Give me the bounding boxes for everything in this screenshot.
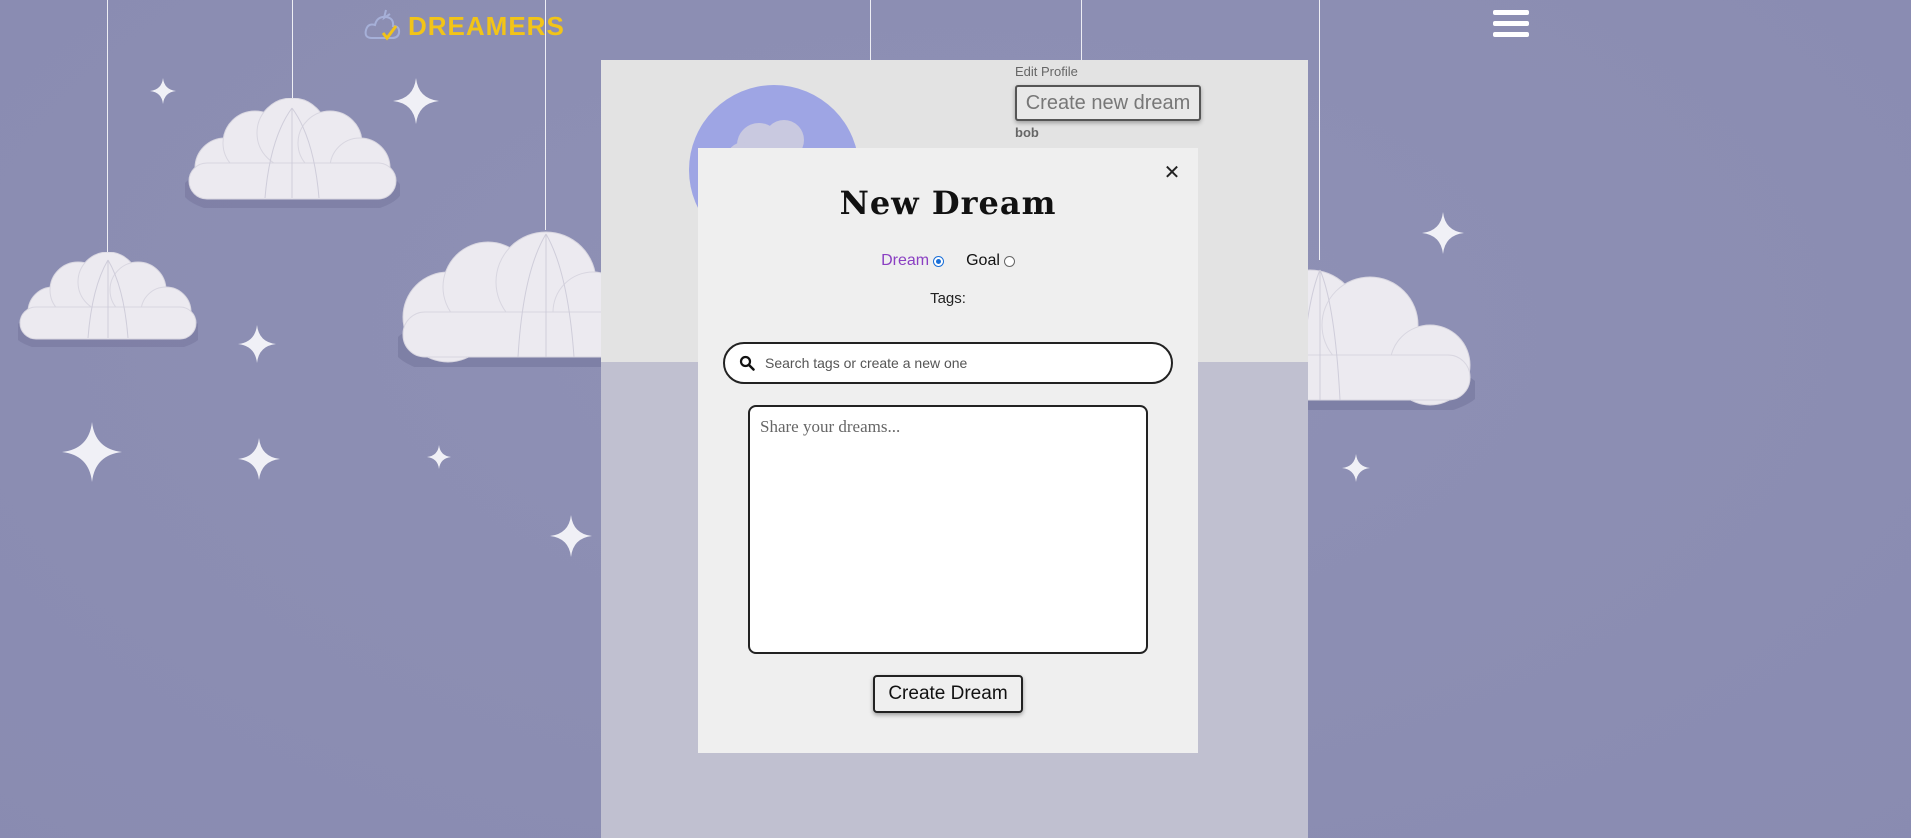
goal-option-label: Goal	[966, 252, 1000, 269]
star-icon	[150, 78, 176, 104]
username: bob	[1015, 125, 1039, 140]
star-icon	[62, 422, 122, 482]
star-icon	[550, 515, 592, 557]
cloud-string	[870, 0, 871, 60]
search-icon	[739, 355, 755, 371]
star-icon	[238, 325, 276, 363]
cloud-icon	[398, 231, 628, 367]
hamburger-menu-icon[interactable]	[1493, 10, 1529, 42]
cloud-string	[107, 0, 108, 255]
dream-text-input[interactable]	[748, 405, 1148, 654]
edit-profile-link[interactable]: Edit Profile	[1015, 64, 1078, 79]
brand-name: DREAMERS	[408, 10, 565, 41]
close-icon[interactable]: ✕	[1162, 162, 1182, 182]
cloud-string	[1319, 0, 1320, 260]
create-new-dream-button[interactable]: Create new dream	[1015, 85, 1201, 121]
brand-logo[interactable]: DREAMERS	[364, 8, 565, 44]
cloud-check-icon	[364, 9, 401, 41]
cloud-string	[292, 0, 293, 108]
tag-search-box[interactable]	[723, 342, 1173, 384]
modal-title: New Dream	[839, 184, 1057, 222]
dream-type-selector: Dream Goal	[698, 252, 1198, 270]
star-icon	[1342, 454, 1370, 482]
star-icon	[238, 438, 280, 480]
create-dream-button[interactable]: Create Dream	[873, 675, 1023, 713]
new-dream-modal: ✕ New Dream Dream Goal Tags: Create Drea…	[698, 148, 1198, 753]
tag-search-input[interactable]	[763, 354, 1167, 372]
star-icon	[1422, 212, 1464, 254]
goal-option[interactable]: Goal	[966, 252, 1015, 270]
goal-radio[interactable]	[1003, 255, 1015, 267]
cloud-icon	[18, 252, 198, 347]
cloud-string	[1081, 0, 1082, 60]
cloud-icon	[185, 98, 400, 208]
tags-label: Tags:	[930, 290, 966, 307]
star-icon	[427, 445, 451, 469]
dream-option-label: Dream	[881, 252, 930, 269]
dream-radio[interactable]	[933, 255, 945, 267]
dream-option[interactable]: Dream	[881, 252, 945, 270]
star-icon	[393, 78, 439, 124]
